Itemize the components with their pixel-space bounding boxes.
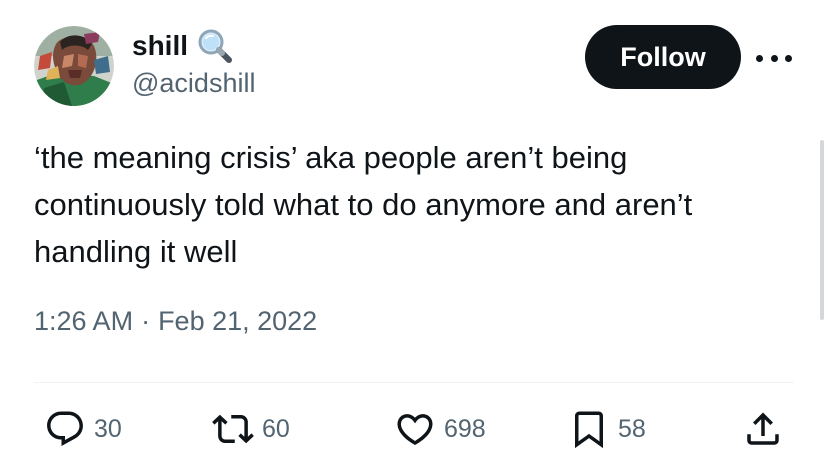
avatar-image bbox=[34, 26, 114, 106]
repost-count: 60 bbox=[262, 414, 290, 443]
reply-button[interactable]: 30 bbox=[44, 406, 122, 452]
divider bbox=[34, 382, 794, 383]
tweet-date[interactable]: Feb 21, 2022 bbox=[158, 306, 317, 337]
bookmark-icon bbox=[575, 411, 603, 449]
repost-icon bbox=[212, 414, 254, 444]
more-icon[interactable] bbox=[756, 44, 792, 72]
bookmark-count: 58 bbox=[618, 414, 646, 443]
display-name[interactable]: shill bbox=[132, 30, 188, 62]
bookmark-button[interactable]: 58 bbox=[568, 406, 646, 452]
like-count: 698 bbox=[444, 414, 486, 443]
more-dot bbox=[785, 54, 792, 62]
magnifying-glass-icon bbox=[196, 27, 234, 65]
display-name-row: shill bbox=[132, 26, 234, 66]
like-button[interactable]: 698 bbox=[394, 406, 486, 452]
tweet-time[interactable]: 1:26 AM bbox=[34, 306, 133, 337]
more-dot bbox=[756, 54, 763, 62]
more-dot bbox=[770, 54, 778, 62]
scrollbar[interactable] bbox=[820, 140, 824, 320]
timestamp-row: 1:26 AM · Feb 21, 2022 bbox=[34, 306, 317, 337]
avatar[interactable] bbox=[34, 26, 114, 106]
timestamp-separator: · bbox=[141, 306, 151, 336]
share-button[interactable] bbox=[742, 406, 784, 452]
follow-button[interactable]: Follow bbox=[585, 25, 741, 89]
heart-icon bbox=[397, 414, 433, 446]
reply-count: 30 bbox=[94, 414, 122, 443]
share-icon bbox=[747, 412, 779, 445]
repost-button[interactable]: 60 bbox=[212, 406, 290, 452]
tweet-text: ‘the meaning crisis’ aka people aren’t b… bbox=[34, 140, 693, 269]
reply-icon bbox=[47, 411, 83, 446]
user-handle[interactable]: @acidshill bbox=[132, 68, 255, 99]
